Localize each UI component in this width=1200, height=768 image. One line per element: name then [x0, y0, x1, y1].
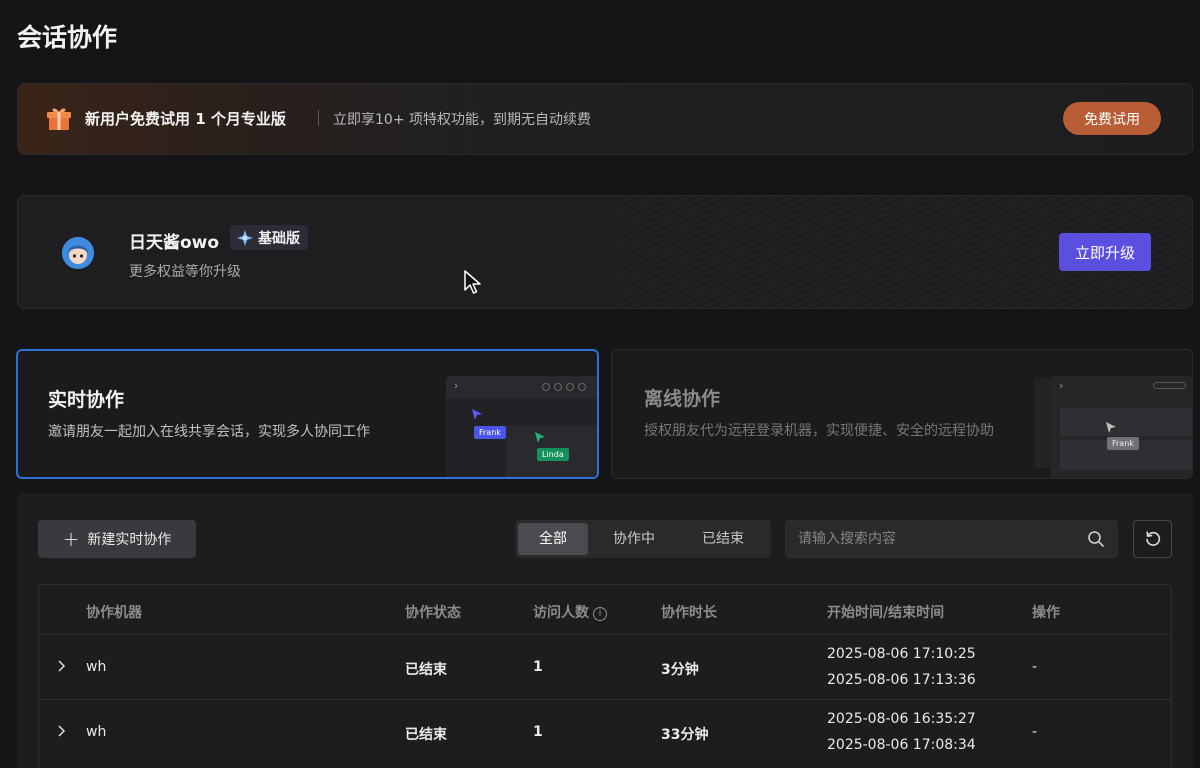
- page-title: 会话协作: [17, 23, 118, 52]
- cursor-icon: [464, 270, 481, 294]
- tag-frank: Frank: [474, 426, 506, 439]
- cell-action: -: [1032, 724, 1038, 740]
- plan-logo-icon: [237, 229, 253, 246]
- tag-linda: Linda: [537, 448, 569, 461]
- cell-start-time: 2025-08-06 17:10:25: [827, 646, 976, 662]
- filter-in-progress[interactable]: 协作中: [588, 523, 680, 555]
- cell-start-time: 2025-08-06 16:35:27: [827, 711, 976, 727]
- realtime-collab-card[interactable]: 实时协作 邀请朋友一起加入在线共享会话，实现多人协同工作 › Frank Lin…: [16, 349, 599, 479]
- info-icon[interactable]: i: [593, 607, 607, 621]
- cell-end-time: 2025-08-06 17:13:36: [827, 672, 976, 688]
- promo-description: 立即享10+ 项特权功能，到期无自动续费: [333, 112, 591, 128]
- username: 日天酱owo: [129, 233, 220, 253]
- refresh-icon: [1146, 531, 1161, 546]
- filter-all[interactable]: 全部: [518, 523, 588, 555]
- cell-machine: wh: [86, 659, 107, 675]
- upgrade-button[interactable]: 立即升级: [1059, 233, 1151, 271]
- mode-title: 离线协作: [644, 388, 721, 410]
- gift-icon: [47, 108, 71, 130]
- plan-label: 基础版: [258, 230, 300, 247]
- cell-end-time: 2025-08-06 17:08:34: [827, 737, 976, 753]
- plan-badge: 基础版: [230, 225, 308, 250]
- search-input[interactable]: [786, 521, 1076, 557]
- cell-action: -: [1032, 659, 1038, 675]
- user-card: 日天酱owo 基础版 更多权益等你升级 立即升级: [17, 195, 1193, 309]
- col-visitors: 访问人数 i: [533, 602, 607, 622]
- collab-table: 协作机器 协作状态 访问人数 i 协作时长 开始时间/结束时间 操作 wh 已结束…: [38, 584, 1172, 768]
- col-visitors-label: 访问人数: [533, 605, 589, 621]
- mode-description: 邀请朋友一起加入在线共享会话，实现多人协同工作: [48, 424, 370, 440]
- free-trial-button[interactable]: 免费试用: [1063, 102, 1161, 135]
- status-filter: 全部 协作中 已结束: [515, 520, 771, 558]
- avatar: [62, 237, 94, 269]
- collab-list-panel: + 新建实时协作 全部 协作中 已结束 协作机器 协作状态 访问人数 i 协作时长…: [17, 493, 1193, 768]
- col-time: 开始时间/结束时间: [827, 605, 945, 621]
- promo-banner: 新用户免费试用 1 个月专业版 立即享10+ 项特权功能，到期无自动续费 免费试…: [17, 83, 1193, 155]
- offline-collab-card[interactable]: 离线协作 授权朋友代为远程登录机器，实现便捷、安全的远程协助 › Frank: [611, 349, 1193, 479]
- tag-frank: Frank: [1107, 437, 1139, 450]
- search-box: [785, 520, 1118, 558]
- table-row[interactable]: wh 已结束 1 33分钟 2025-08-06 16:35:27 2025-0…: [39, 699, 1171, 764]
- realtime-illustration: › Frank Linda: [446, 376, 597, 477]
- plus-icon: +: [62, 527, 80, 551]
- cell-status: 已结束: [405, 662, 447, 678]
- cell-status: 已结束: [405, 727, 447, 743]
- mode-description: 授权朋友代为远程登录机器，实现便捷、安全的远程协助: [644, 423, 994, 439]
- cell-machine: wh: [86, 724, 107, 740]
- table-row[interactable]: wh 已结束 1 3分钟 2025-08-06 17:10:25 2025-08…: [39, 634, 1171, 699]
- refresh-button[interactable]: [1133, 520, 1172, 558]
- cell-duration: 33分钟: [661, 727, 709, 743]
- col-machine: 协作机器: [86, 605, 142, 621]
- new-realtime-collab-button[interactable]: + 新建实时协作: [38, 520, 196, 558]
- search-icon[interactable]: [1087, 530, 1105, 548]
- col-duration: 协作时长: [661, 605, 717, 621]
- user-subtitle: 更多权益等你升级: [129, 264, 241, 280]
- offline-illustration: › Frank: [1034, 364, 1192, 478]
- col-status: 协作状态: [405, 605, 461, 621]
- mode-title: 实时协作: [48, 389, 125, 411]
- new-button-label: 新建实时协作: [87, 532, 172, 548]
- cell-duration: 3分钟: [661, 662, 699, 678]
- cell-visitors: 1: [533, 659, 543, 675]
- cell-visitors: 1: [533, 724, 543, 740]
- promo-title: 新用户免费试用 1 个月专业版: [85, 110, 286, 128]
- chevron-right-icon[interactable]: [56, 724, 66, 738]
- filter-ended[interactable]: 已结束: [680, 523, 766, 555]
- col-action: 操作: [1032, 605, 1060, 621]
- promo-divider: [318, 110, 319, 126]
- chevron-right-icon[interactable]: [56, 659, 66, 673]
